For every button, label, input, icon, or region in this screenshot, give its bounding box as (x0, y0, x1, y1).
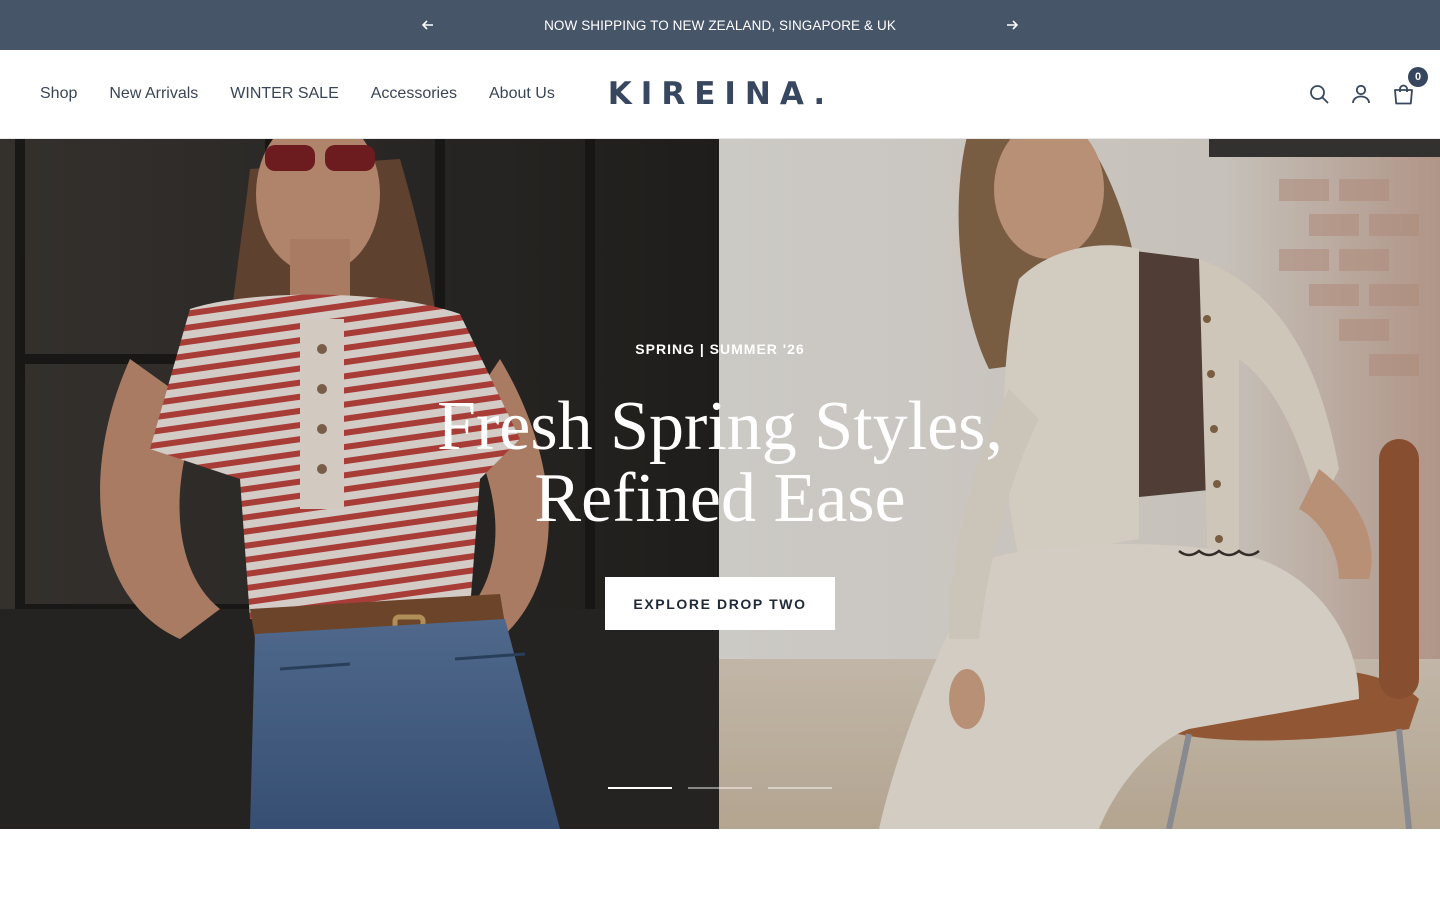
header-actions: 0 (1308, 50, 1428, 138)
announcement-prev-button[interactable] (420, 17, 436, 33)
announcement-text: NOW SHIPPING TO NEW ZEALAND, SINGAPORE &… (544, 17, 896, 33)
slide-indicator-1[interactable] (608, 787, 672, 789)
hero-content: SPRING | SUMMER '26 Fresh Spring Styles,… (0, 139, 1440, 829)
slide-indicators (608, 787, 832, 789)
logo[interactable]: KIREINA. (608, 76, 826, 112)
slide-indicator-3[interactable] (768, 787, 832, 789)
arrow-left-icon (422, 20, 433, 30)
nav-about-us[interactable]: About Us (489, 85, 555, 103)
nav-new-arrivals[interactable]: New Arrivals (109, 85, 198, 103)
nav-shop[interactable]: Shop (40, 85, 77, 103)
cart-button[interactable]: 0 (1392, 67, 1428, 105)
announcement-bar: NOW SHIPPING TO NEW ZEALAND, SINGAPORE &… (0, 0, 1440, 50)
hero-title: Fresh Spring Styles, Refined Ease (437, 391, 1003, 535)
cart-icon (1393, 84, 1413, 104)
cart-count-badge: 0 (1408, 67, 1428, 87)
account-icon (1352, 84, 1370, 104)
slide-indicator-2[interactable] (688, 787, 752, 789)
search-icon (1310, 85, 1329, 104)
hero-slideshow: SPRING | SUMMER '26 Fresh Spring Styles,… (0, 139, 1440, 829)
search-button[interactable] (1308, 83, 1330, 105)
nav-winter-sale[interactable]: WINTER SALE (230, 85, 338, 103)
hero-title-line-2: Refined Ease (534, 460, 906, 537)
announcement-slider: NOW SHIPPING TO NEW ZEALAND, SINGAPORE &… (420, 0, 1020, 50)
announcement-next-button[interactable] (1004, 17, 1020, 33)
arrow-right-icon (1007, 20, 1018, 30)
site-header: Shop New Arrivals WINTER SALE Accessorie… (0, 50, 1440, 139)
main-nav: Shop New Arrivals WINTER SALE Accessorie… (40, 50, 555, 138)
hero-title-line-1: Fresh Spring Styles, (437, 388, 1003, 465)
hero-eyebrow: SPRING | SUMMER '26 (635, 341, 805, 357)
account-button[interactable] (1350, 83, 1372, 105)
explore-drop-two-button[interactable]: EXPLORE DROP TWO (605, 577, 835, 630)
nav-accessories[interactable]: Accessories (371, 85, 457, 103)
